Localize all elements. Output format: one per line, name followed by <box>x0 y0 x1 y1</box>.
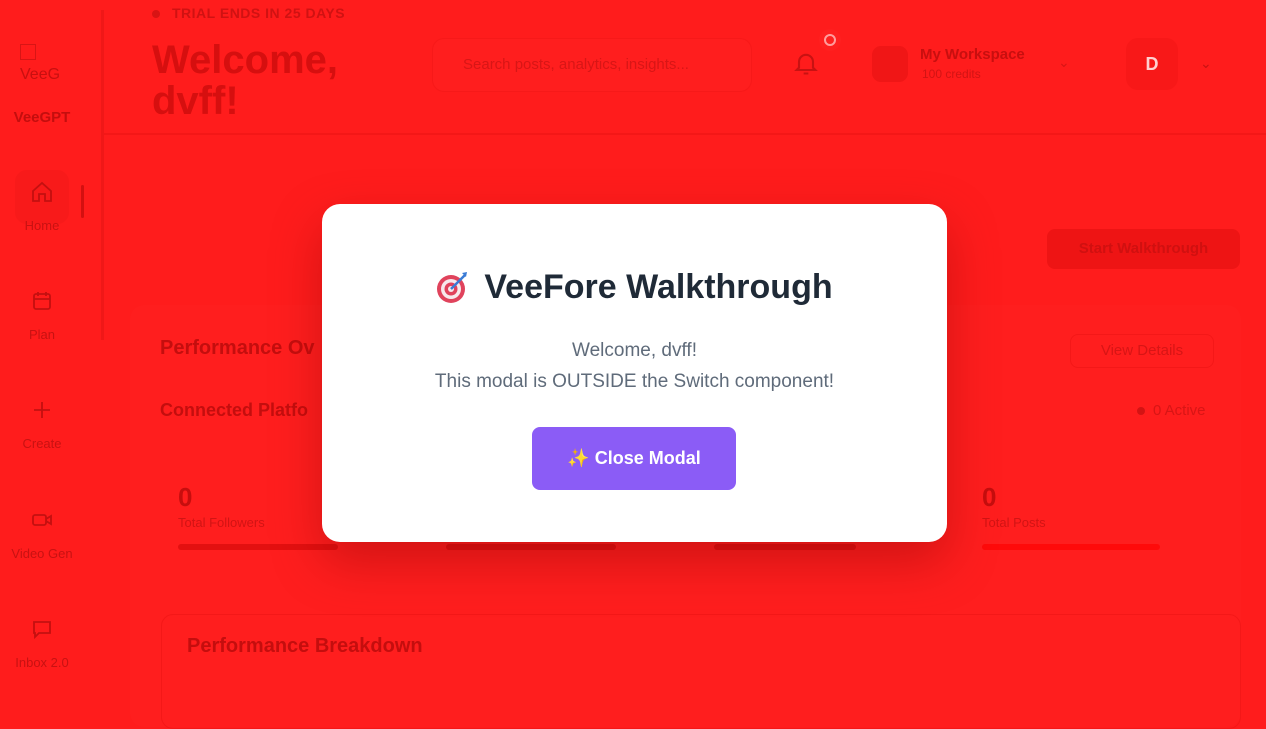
avatar[interactable]: D <box>1126 38 1178 90</box>
sidebar-item-video-gen[interactable]: Video Gen <box>0 508 84 561</box>
sidebar-item-label: Create <box>22 436 62 451</box>
status-dot <box>1137 407 1145 415</box>
video-icon <box>32 514 52 526</box>
workspace-credits: 100 credits <box>922 67 981 81</box>
message-icon <box>33 621 51 640</box>
breakdown-card <box>161 614 1241 729</box>
sidebar-item-label: Plan <box>28 327 56 342</box>
active-count-text: 0 Active <box>1153 402 1206 419</box>
sidebar: VeeG VeeGPT Home Plan Create Video Gen I… <box>0 0 102 727</box>
modal-body: Welcome, dvff! This modal is OUTSIDE the… <box>322 335 947 397</box>
chevron-down-icon[interactable]: ⌄ <box>1058 54 1070 71</box>
stat-label: Total Posts <box>982 515 1046 530</box>
sidebar-item-label: Inbox 2.0 <box>15 655 69 670</box>
connected-platforms-title: Connected Platfo <box>160 400 309 420</box>
stat-bar <box>178 544 338 550</box>
walkthrough-modal: VeeFore Walkthrough Welcome, dvff! This … <box>322 204 947 542</box>
bell-icon[interactable] <box>792 48 820 78</box>
modal-description-line: This modal is OUTSIDE the Switch compone… <box>434 371 835 392</box>
active-indicator <box>81 185 84 218</box>
brand-name: VeeGPT <box>13 109 71 126</box>
workspace-icon <box>872 46 908 82</box>
calendar-icon <box>33 292 51 310</box>
plus-icon <box>34 402 50 418</box>
breakdown-title: Performance Breakdown <box>187 635 423 657</box>
search-placeholder: Search posts, analytics, insights... <box>463 56 689 73</box>
search-input[interactable]: Search posts, analytics, insights... <box>432 38 752 92</box>
stat-bar <box>982 544 1160 550</box>
logo-alt-text: VeeG <box>20 66 61 83</box>
chevron-down-icon[interactable]: ⌄ <box>1200 55 1212 72</box>
close-modal-button[interactable]: ✨ Close Modal <box>532 427 736 490</box>
stat-bar <box>714 544 856 550</box>
start-walkthrough-button[interactable]: Start Walkthrough <box>1047 229 1240 269</box>
sidebar-item-home[interactable]: Home <box>0 170 84 233</box>
modal-welcome-line: Welcome, dvff! <box>572 340 697 361</box>
status-dot <box>152 10 160 19</box>
broken-image-icon <box>20 44 36 60</box>
page-title: Welcome, dvff! <box>152 38 338 123</box>
sidebar-item-plan[interactable]: Plan <box>0 289 84 342</box>
modal-title-text: VeeFore Walkthrough <box>484 268 833 306</box>
stat-posts: 0 Total Posts <box>982 482 1160 550</box>
sidebar-item-inbox[interactable]: Inbox 2.0 <box>0 617 84 670</box>
view-details-button[interactable]: View Details <box>1070 334 1214 368</box>
logo[interactable]: VeeG <box>18 42 68 92</box>
sidebar-item-label: Video Gen <box>11 546 73 561</box>
home-icon <box>32 181 52 202</box>
notification-badge <box>819 29 841 51</box>
workspace-name[interactable]: My Workspace <box>920 46 1025 63</box>
modal-title: VeeFore Walkthrough <box>322 268 947 307</box>
performance-title: Performance Ov <box>160 337 315 359</box>
stat-followers: 0 Total Followers <box>178 482 338 550</box>
active-count: 0 Active <box>1137 402 1206 419</box>
sidebar-item-create[interactable]: Create <box>0 398 84 451</box>
stat-value: 0 <box>178 482 193 512</box>
stat-label: Total Followers <box>178 515 265 530</box>
target-icon <box>437 272 468 303</box>
sidebar-item-label: Home <box>24 218 60 233</box>
stat-bar <box>446 544 616 550</box>
stat-value: 0 <box>982 482 997 512</box>
trial-banner: TRIAL ENDS IN 25 DAYS <box>152 5 345 21</box>
trial-text: TRIAL ENDS IN 25 DAYS <box>172 5 346 21</box>
